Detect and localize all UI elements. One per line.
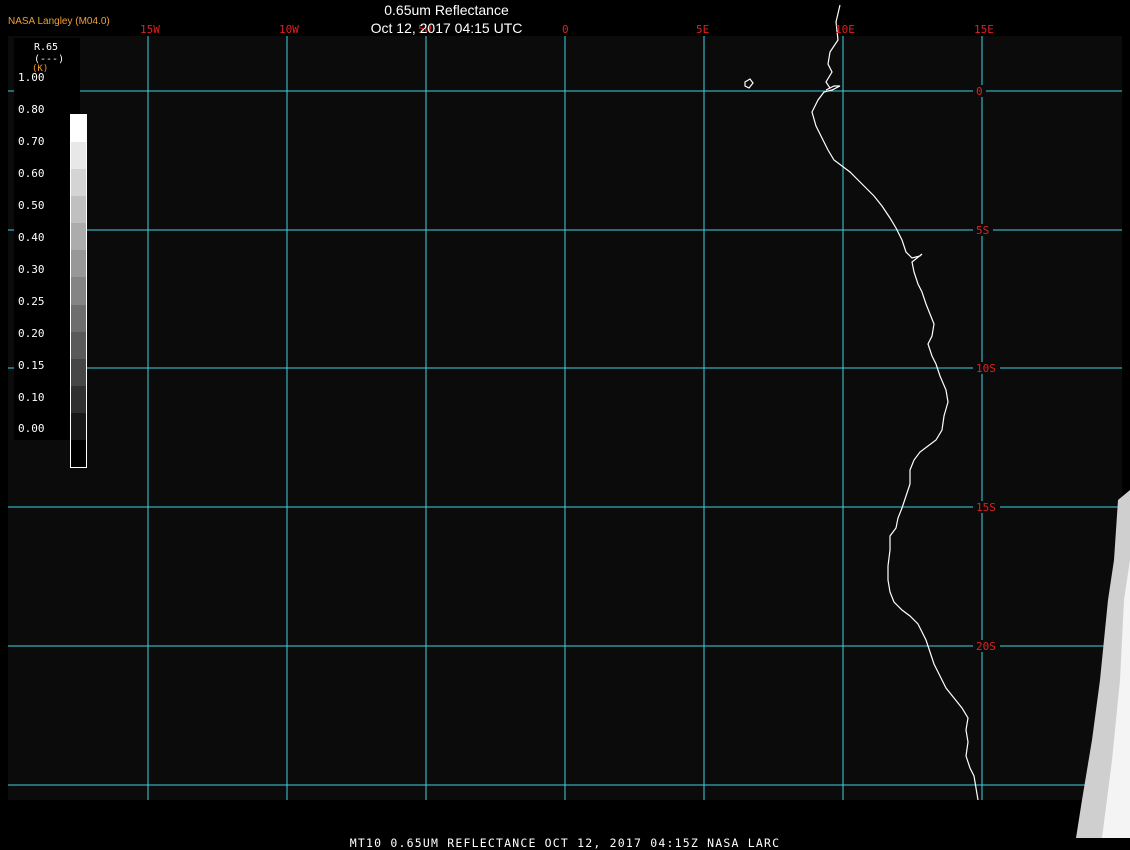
legend-tick: 0.30 [18, 263, 45, 276]
color-ramp-segment [71, 331, 86, 360]
color-ramp-segment [71, 169, 86, 197]
color-ramp-segment [71, 304, 86, 333]
color-ramp-bar [70, 114, 87, 468]
legend-tick: 0.40 [18, 231, 45, 244]
latitude-label: 15S [976, 501, 996, 514]
color-ramp-segment [71, 277, 86, 306]
color-ramp-segment [71, 250, 86, 278]
color-ramp-segment [71, 385, 86, 414]
color-ramp-segment [71, 439, 86, 468]
color-ramp-segment [71, 223, 86, 251]
footer-caption: MT10 0.65UM REFLECTANCE OCT 12, 2017 04:… [349, 836, 781, 850]
color-legend: R.65 (---) (K) 1.00 0.80 0.70 0.60 0.50 … [14, 38, 87, 468]
color-ramp-segment [71, 142, 86, 170]
legend-tick: 0.10 [18, 391, 45, 404]
legend-tick: 0.60 [18, 167, 45, 180]
color-ramp-segment [71, 196, 86, 224]
legend-tick: 0.00 [18, 422, 45, 435]
legend-tick: 0.15 [18, 359, 45, 372]
legend-tick: 1.00 [18, 71, 45, 84]
latitude-label: 10S [976, 362, 996, 375]
legend-tick: 0.25 [18, 295, 45, 308]
legend-variable: R.65 [34, 42, 59, 53]
legend-tick: 0.50 [18, 199, 45, 212]
color-ramp-segment [71, 115, 86, 143]
legend-tick: 0.70 [18, 135, 45, 148]
latitude-label: 20S [976, 640, 996, 653]
map-canvas[interactable]: 15W 10W 5W 0 5E 10E 15E05S10S15S20S [0, 0, 1130, 850]
org-label: NASA Langley (M04.0) [8, 16, 110, 27]
latitude-label: 0 [976, 85, 983, 98]
color-ramp-segment [71, 412, 86, 441]
image-timestamp: Oct 12, 2017 04:15 UTC [370, 20, 523, 36]
legend-tick: 0.80 [18, 103, 45, 116]
legend-tick: 0.20 [18, 327, 45, 340]
color-ramp-segment [71, 358, 86, 387]
latitude-label: 5S [976, 224, 989, 237]
image-title: 0.65um Reflectance [384, 2, 509, 18]
longitude-label: 15E [974, 23, 994, 36]
